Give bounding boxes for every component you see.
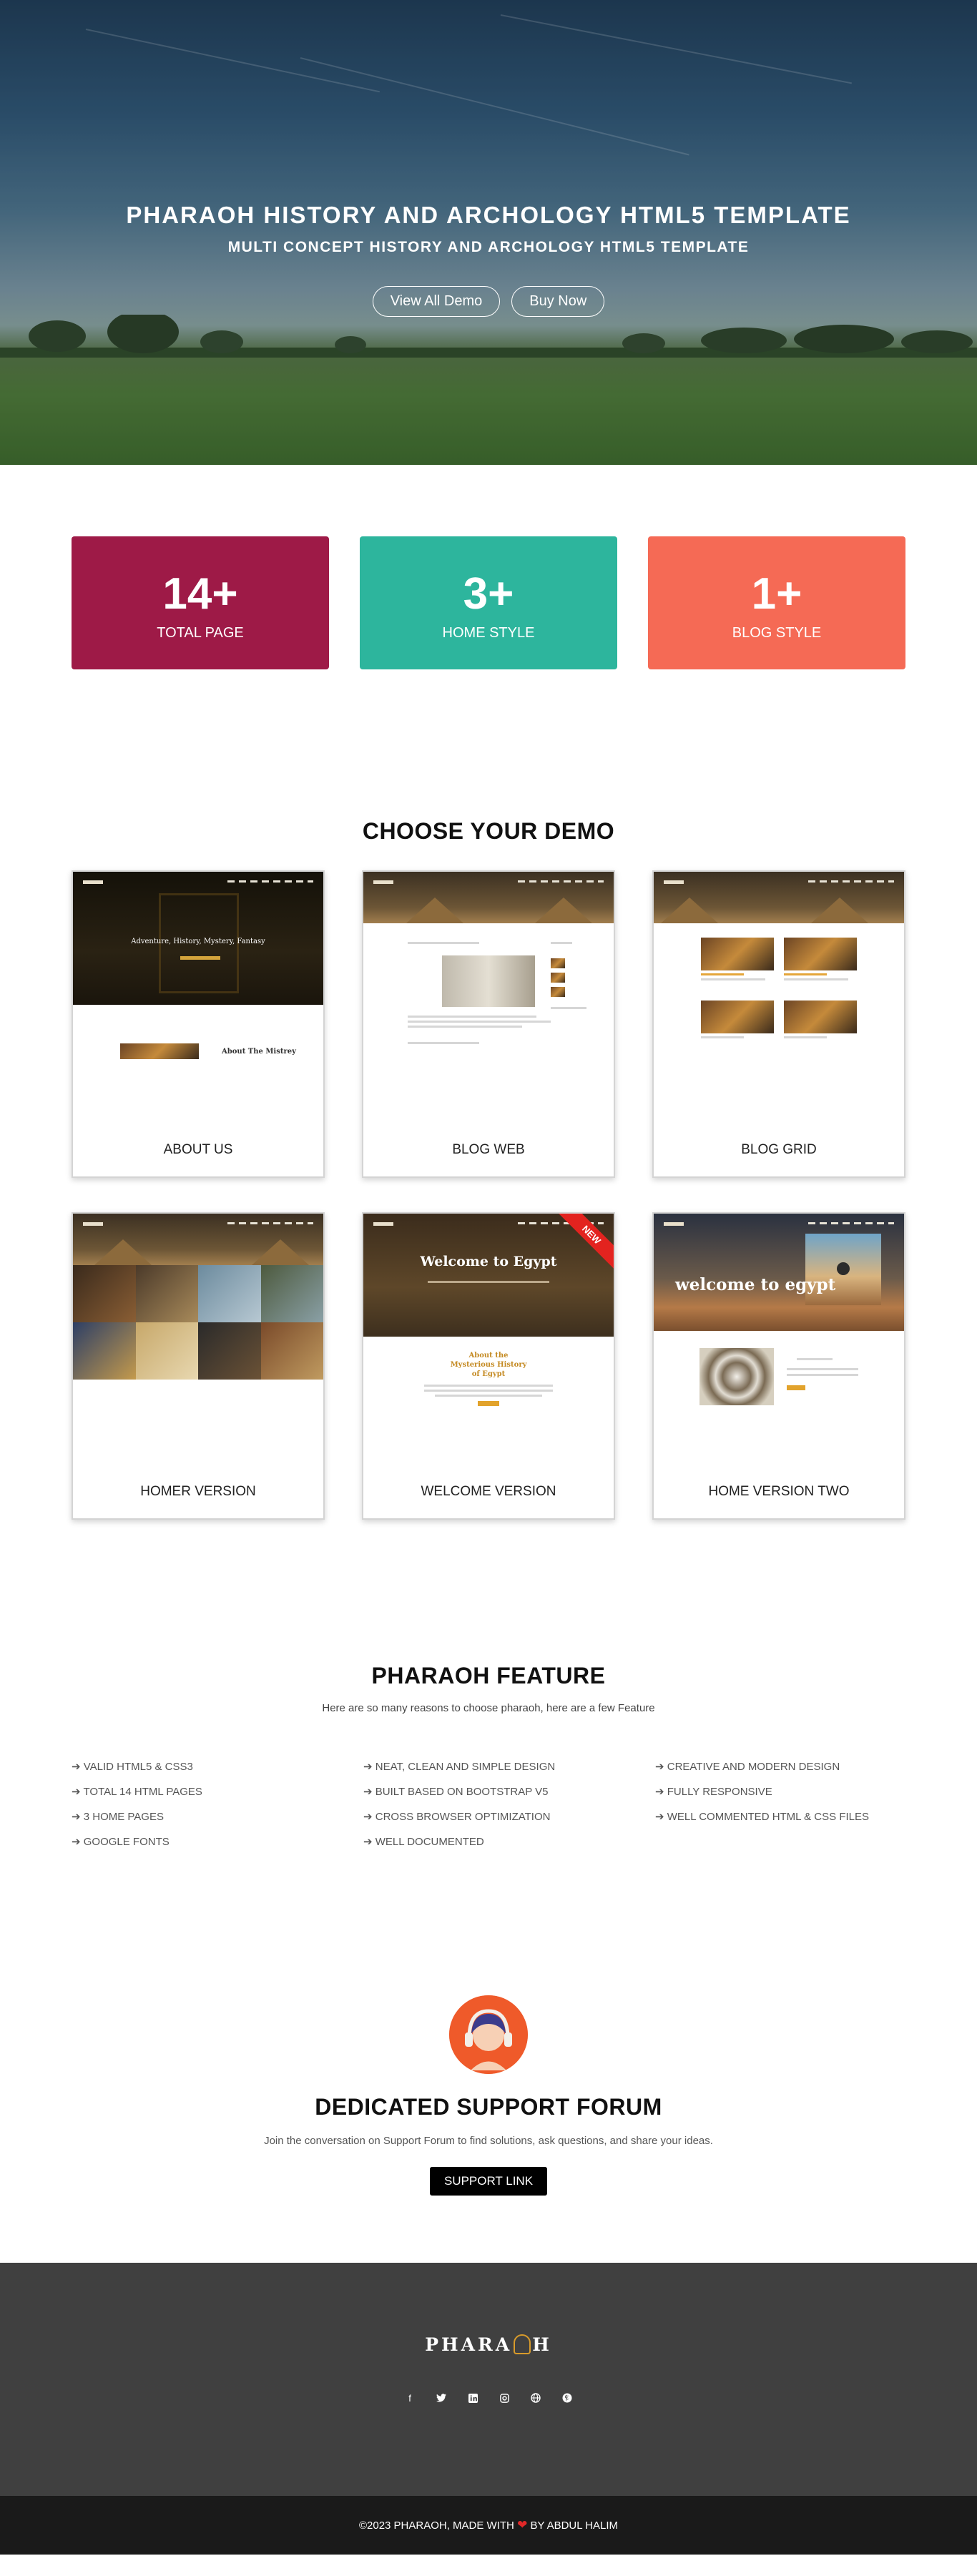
demo-label: BLOG GRID xyxy=(741,1142,817,1157)
feature-item: ➔ WELL COMMENTED HTML & CSS FILES xyxy=(655,1811,869,1823)
demo-section-text: About the Mysterious History of Egypt xyxy=(450,1352,527,1378)
feature-item: ➔ FULLY RESPONSIVE xyxy=(655,1786,772,1798)
hero-subtitle: MULTI CONCEPT HISTORY AND ARCHOLOGY HTML… xyxy=(227,239,750,255)
feature-item: ➔ VALID HTML5 & CSS3 xyxy=(72,1761,193,1773)
twitter-icon[interactable] xyxy=(435,2391,448,2404)
demo-label: HOME VERSION TWO xyxy=(708,1484,850,1499)
view-all-demo-button[interactable]: View All Demo xyxy=(372,286,501,317)
demo-screenshot: Welcome to Egypt About the Mysterious Hi… xyxy=(363,1214,614,1450)
feature-subtitle: Here are so many reasons to choose phara… xyxy=(322,1702,655,1714)
demo-card-welcome-version[interactable]: Welcome to Egypt About the Mysterious Hi… xyxy=(362,1212,615,1520)
hero-section: PHARAOH HISTORY AND ARCHOLOGY HTML5 TEMP… xyxy=(0,0,977,465)
stat-label: TOTAL PAGE xyxy=(157,625,244,641)
pinterest-icon[interactable] xyxy=(561,2391,574,2404)
demo-label: ABOUT US xyxy=(163,1142,233,1157)
hero-title: PHARAOH HISTORY AND ARCHOLOGY HTML5 TEMP… xyxy=(126,202,851,228)
feature-item: ➔ TOTAL 14 HTML PAGES xyxy=(72,1786,202,1798)
feature-item: ➔ WELL DOCUMENTED xyxy=(363,1836,484,1848)
footer-logo[interactable]: PHARA H xyxy=(0,2334,977,2356)
buy-now-button[interactable]: Buy Now xyxy=(511,286,605,317)
feature-item: ➔ 3 HOME PAGES xyxy=(72,1811,164,1823)
stat-number: 3+ xyxy=(463,569,514,619)
demo-screenshot xyxy=(363,872,614,1108)
demo-hero-text: Welcome to Egypt xyxy=(420,1254,557,1269)
demo-card-about-us[interactable]: Adventure, History, Mystery, Fantasy Abo… xyxy=(72,870,325,1178)
stat-home-style: 3+ HOME STYLE xyxy=(360,536,617,669)
copyright-bar: ©2023 PHARAOH, MADE WITH ❤ BY ABDUL HALI… xyxy=(0,2496,977,2555)
pharaoh-logo-icon xyxy=(514,2334,531,2354)
demo-label: WELCOME VERSION xyxy=(421,1484,556,1499)
heart-icon: ❤ xyxy=(517,2518,528,2532)
demos-section: CHOOSE YOUR DEMO Adventure, History, Mys… xyxy=(0,818,977,1520)
demo-section-text: About The Mistrey xyxy=(222,1048,296,1056)
stats-section: 14+ TOTAL PAGE 3+ HOME STYLE 1+ BLOG STY… xyxy=(72,536,905,669)
facebook-icon[interactable]: f xyxy=(403,2391,416,2404)
feature-list: ➔ VALID HTML5 & CSS3 ➔ NEAT, CLEAN AND S… xyxy=(72,1760,905,1848)
demo-screenshot xyxy=(73,1214,323,1450)
copyright-author: BY ABDUL HALIM xyxy=(530,2520,619,2532)
feature-item: ➔ CROSS BROWSER OPTIMIZATION xyxy=(363,1811,551,1823)
demo-card-homer-version[interactable]: HOMER VERSION xyxy=(72,1212,325,1520)
feature-title: PHARAOH FEATURE xyxy=(371,1663,606,1688)
footer: PHARA H f xyxy=(0,2263,977,2496)
demo-label: BLOG WEB xyxy=(452,1142,525,1157)
stat-number: 14+ xyxy=(162,569,238,619)
support-text: Join the conversation on Support Forum t… xyxy=(264,2135,713,2147)
copyright-text: ©2023 PHARAOH, MADE WITH xyxy=(358,2520,514,2532)
feature-item: ➔ CREATIVE AND MODERN DESIGN xyxy=(655,1761,840,1773)
stat-label: BLOG STYLE xyxy=(732,625,822,641)
feature-section: PHARAOH FEATURE Here are so many reasons… xyxy=(0,1663,977,1848)
globe-icon[interactable] xyxy=(529,2391,542,2404)
social-links: f xyxy=(0,2391,977,2404)
stat-total-page: 14+ TOTAL PAGE xyxy=(72,536,329,669)
support-avatar-icon xyxy=(449,1995,528,2074)
demo-screenshot: Adventure, History, Mystery, Fantasy Abo… xyxy=(73,872,323,1108)
demos-title: CHOOSE YOUR DEMO xyxy=(362,818,615,844)
instagram-icon[interactable] xyxy=(498,2391,511,2404)
stat-number: 1+ xyxy=(751,569,802,619)
demo-card-blog-web[interactable]: BLOG WEB xyxy=(362,870,615,1178)
support-section: DEDICATED SUPPORT FORUM Join the convers… xyxy=(0,1995,977,2196)
play-icon xyxy=(837,1262,850,1275)
feature-item: ➔ NEAT, CLEAN AND SIMPLE DESIGN xyxy=(363,1761,556,1773)
support-link-button[interactable]: SUPPORT LINK xyxy=(429,2167,548,2196)
demo-card-home-version-two[interactable]: welcome to egypt HOME VERSION TWO xyxy=(652,1212,905,1520)
demo-hero-text: welcome to egypt xyxy=(675,1275,836,1294)
support-title: DEDICATED SUPPORT FORUM xyxy=(315,2094,662,2120)
demo-screenshot xyxy=(654,872,904,1108)
stat-blog-style: 1+ BLOG STYLE xyxy=(648,536,905,669)
feature-item: ➔ BUILT BASED ON BOOTSTRAP V5 xyxy=(363,1786,549,1798)
demo-card-blog-grid[interactable]: BLOG GRID xyxy=(652,870,905,1178)
feature-item: ➔ GOOGLE FONTS xyxy=(72,1836,170,1848)
demo-screenshot: welcome to egypt xyxy=(654,1214,904,1450)
demo-label: HOMER VERSION xyxy=(140,1484,256,1499)
stat-label: HOME STYLE xyxy=(442,625,535,641)
linkedin-icon[interactable] xyxy=(466,2391,479,2404)
demo-hero-text: Adventure, History, Mystery, Fantasy xyxy=(131,938,265,945)
